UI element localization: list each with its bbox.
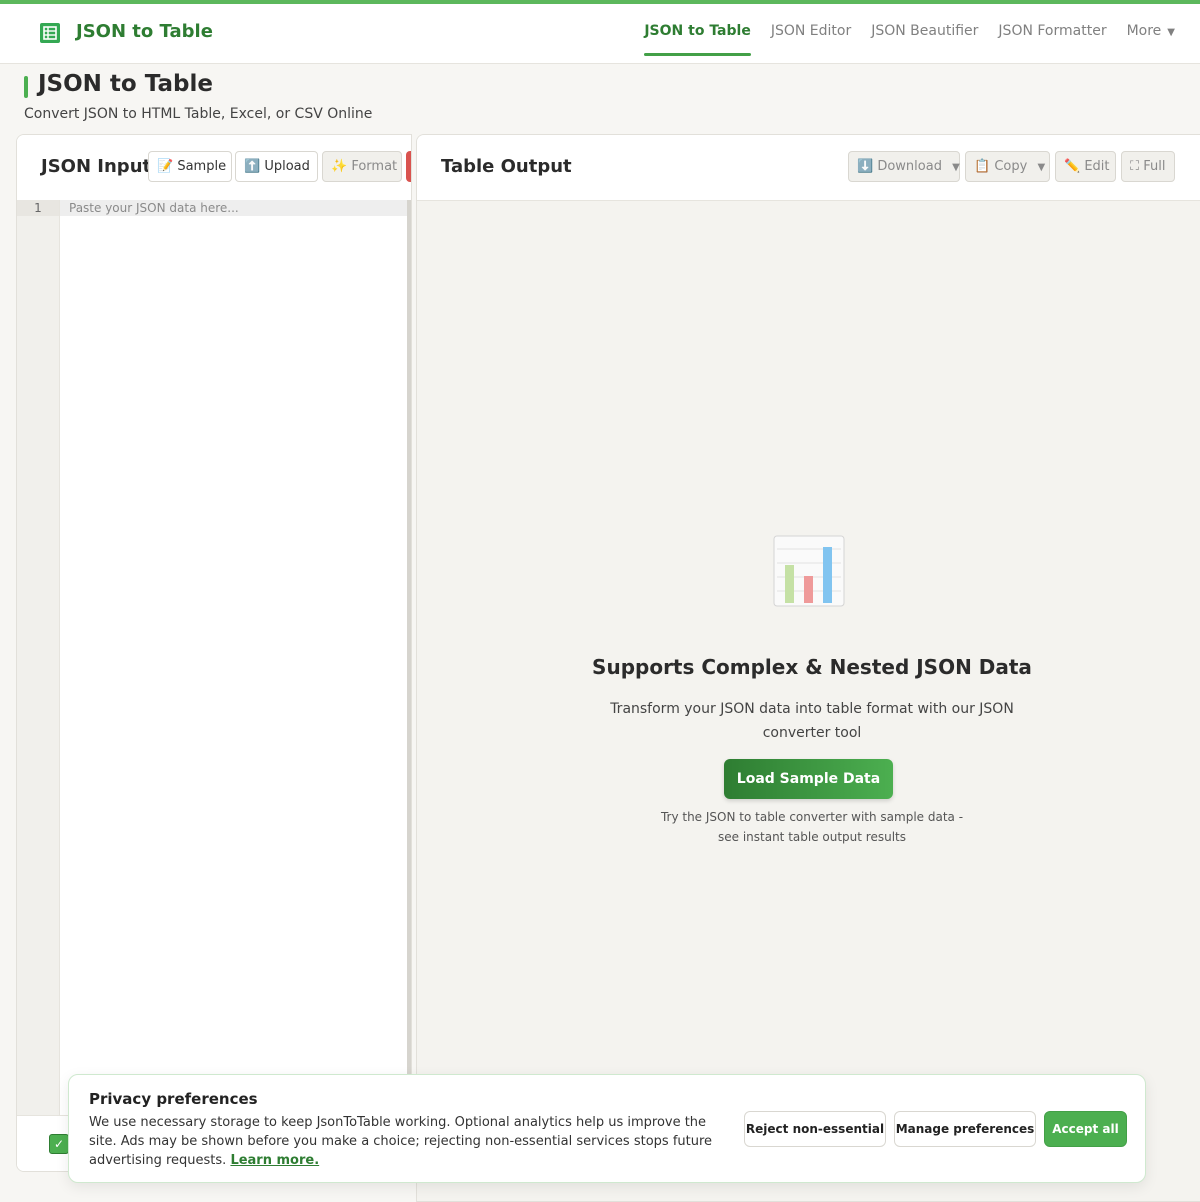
main-nav: JSON to Table JSON Editor JSON Beautifie… xyxy=(624,4,1175,63)
page-subtitle: Convert JSON to HTML Table, Excel, or CS… xyxy=(24,106,373,122)
sparkles-icon: ✨ xyxy=(331,159,348,174)
clear-button-partial[interactable] xyxy=(406,151,411,182)
edit-button[interactable]: ✏️ Edit xyxy=(1055,151,1116,182)
nav-json-editor[interactable]: JSON Editor xyxy=(771,4,851,63)
empty-state-description: Transform your JSON data into table form… xyxy=(610,701,1014,741)
sample-button-label: Sample xyxy=(177,159,227,174)
output-panel-header: Table Output ⬇️ Download ▼ 📋 Copy ▼ ✏️ E… xyxy=(417,135,1200,201)
download-button-label: Download xyxy=(877,159,942,174)
sample-button[interactable]: 📝 Sample xyxy=(148,151,232,182)
json-input-panel: JSON Input 📝 Sample ⬆️ Upload ✨ Format 1… xyxy=(16,134,412,1172)
edit-button-label: Edit xyxy=(1084,159,1110,174)
line-number: 1 xyxy=(17,200,59,216)
upload-arrow-icon: ⬆️ xyxy=(244,159,261,174)
format-button[interactable]: ✨ Format xyxy=(322,151,402,182)
line-number-gutter: 1 xyxy=(17,200,60,1116)
panel-resize-handle[interactable] xyxy=(407,200,411,1116)
site-header: JSON to Table JSON to Table JSON Editor … xyxy=(0,4,1200,64)
output-panel-title: Table Output xyxy=(441,156,572,177)
check-icon: ✓ xyxy=(49,1134,69,1154)
copy-button-label: Copy xyxy=(994,159,1028,174)
input-panel-header: JSON Input 📝 Sample ⬆️ Upload ✨ Format xyxy=(17,135,411,201)
json-input-editor[interactable]: Paste your JSON data here... xyxy=(69,201,239,215)
pencil-icon: ✏️ xyxy=(1064,159,1081,174)
empty-state-note: Try the JSON to table converter with sam… xyxy=(660,810,964,844)
table-output-panel: Table Output ⬇️ Download ▼ 📋 Copy ▼ ✏️ E… xyxy=(416,134,1200,1202)
table-logo-icon[interactable] xyxy=(39,22,61,44)
nav-json-beautifier[interactable]: JSON Beautifier xyxy=(871,4,978,63)
caret-down-icon: ▼ xyxy=(1037,162,1046,173)
title-accent-bar xyxy=(24,76,28,98)
empty-state-title: Supports Complex & Nested JSON Data xyxy=(592,655,1032,679)
learn-more-link[interactable]: Learn more. xyxy=(230,1153,319,1168)
clipboard-icon: 📋 xyxy=(974,159,991,174)
privacy-banner: Privacy preferences We use necessary sto… xyxy=(68,1074,1146,1183)
fullscreen-button[interactable]: ⛶ Full xyxy=(1121,151,1175,182)
download-dropdown-button[interactable]: ⬇️ Download ▼ xyxy=(848,151,960,182)
privacy-banner-title: Privacy preferences xyxy=(89,1090,258,1108)
upload-button-label: Upload xyxy=(264,159,310,174)
reject-non-essential-button[interactable]: Reject non-essential xyxy=(744,1111,886,1147)
format-button-label: Format xyxy=(351,159,398,174)
privacy-banner-body: We use necessary storage to keep JsonToT… xyxy=(89,1115,713,1168)
nav-more-label: More xyxy=(1126,23,1162,39)
privacy-banner-text: We use necessary storage to keep JsonToT… xyxy=(89,1113,729,1170)
nav-json-to-table[interactable]: JSON to Table xyxy=(644,4,752,63)
fullscreen-button-label: Full xyxy=(1143,159,1166,174)
upload-button[interactable]: ⬆️ Upload xyxy=(235,151,318,182)
copy-dropdown-button[interactable]: 📋 Copy ▼ xyxy=(965,151,1050,182)
fullscreen-icon: ⛶ xyxy=(1130,159,1140,174)
download-arrow-icon: ⬇️ xyxy=(857,159,874,174)
page-title: JSON to Table xyxy=(38,71,213,97)
nav-more-dropdown[interactable]: More ▼ xyxy=(1127,4,1175,63)
caret-down-icon: ▼ xyxy=(952,162,960,173)
caret-down-icon: ▼ xyxy=(1167,27,1175,38)
nav-json-formatter[interactable]: JSON Formatter xyxy=(998,4,1106,63)
manage-preferences-button[interactable]: Manage preferences xyxy=(894,1111,1036,1147)
accept-all-button[interactable]: Accept all xyxy=(1044,1111,1127,1147)
load-sample-data-button[interactable]: Load Sample Data xyxy=(724,759,893,799)
memo-icon: 📝 xyxy=(157,159,174,174)
input-panel-title: JSON Input xyxy=(41,156,152,177)
brand-name[interactable]: JSON to Table xyxy=(76,21,213,42)
bar-chart-icon xyxy=(773,535,845,607)
